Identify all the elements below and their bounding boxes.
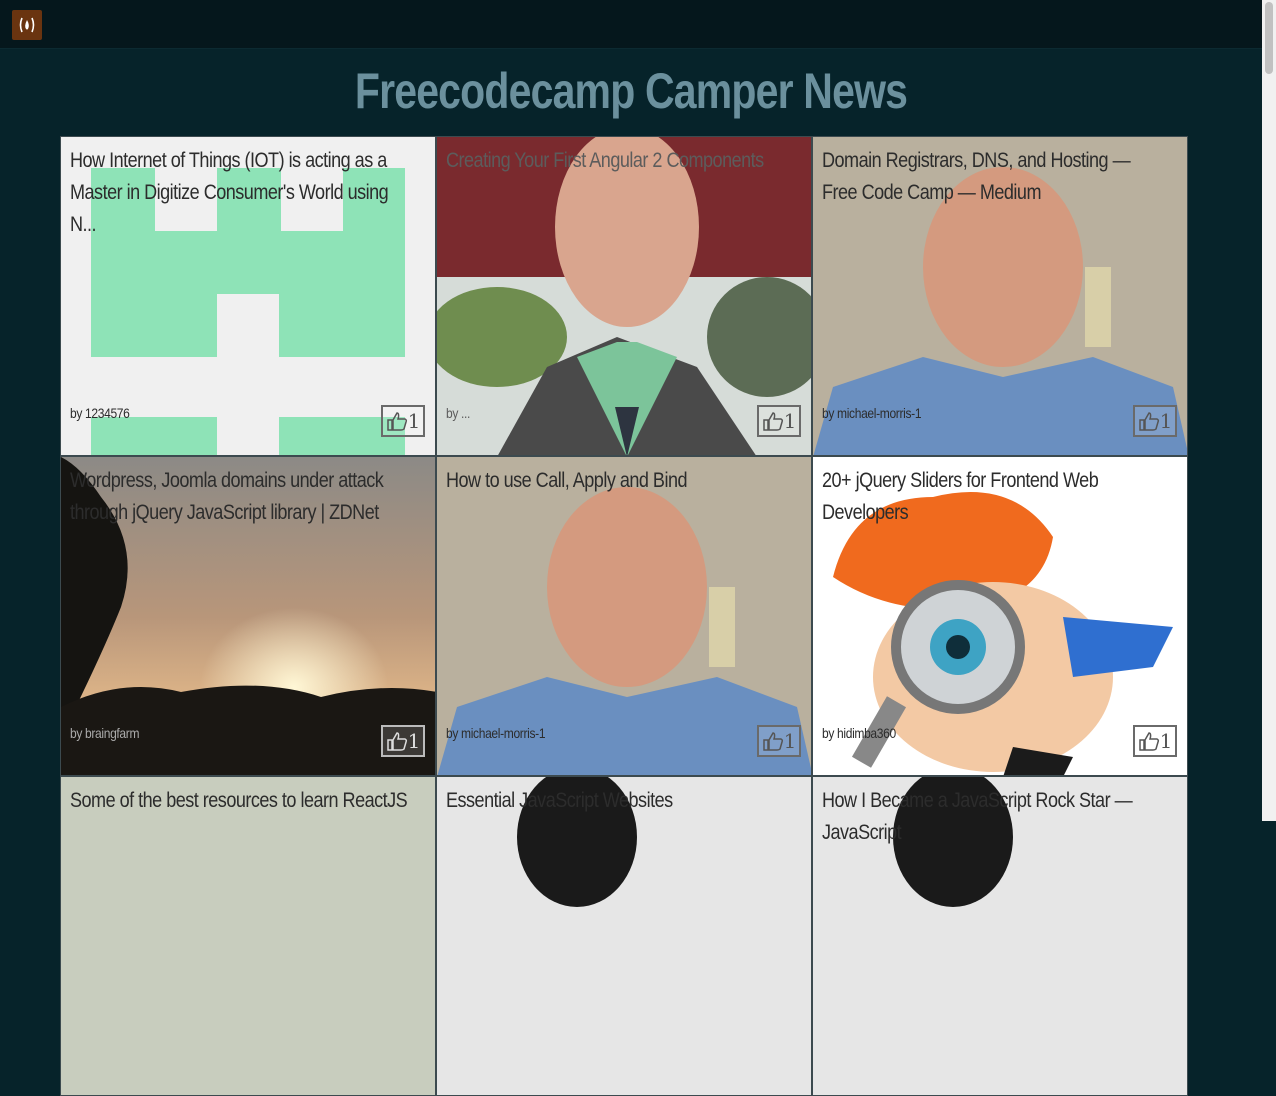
card-title[interactable]: Domain Registrars, DNS, and Hosting — Fr… bbox=[822, 145, 1166, 209]
thumbs-up-icon bbox=[386, 732, 407, 751]
news-card[interactable]: How to use Call, Apply and Bind by micha… bbox=[436, 456, 812, 776]
like-button[interactable]: 1 bbox=[381, 725, 425, 757]
news-card[interactable]: Some of the best resources to learn Reac… bbox=[60, 776, 436, 1096]
card-author[interactable]: by 1234576 bbox=[70, 405, 130, 421]
like-button[interactable]: 1 bbox=[757, 725, 801, 757]
like-button[interactable]: 1 bbox=[381, 405, 425, 437]
like-count: 1 bbox=[783, 409, 797, 433]
card-title[interactable]: Essential JavaScript Websites bbox=[446, 785, 790, 817]
card-author[interactable]: by michael-morris-1 bbox=[446, 725, 546, 741]
thumbs-up-icon bbox=[386, 412, 407, 431]
like-count: 1 bbox=[783, 729, 797, 753]
like-count: 1 bbox=[1159, 409, 1173, 433]
freecodecamp-logo-icon[interactable] bbox=[12, 10, 42, 40]
thumbs-up-icon bbox=[762, 412, 783, 431]
like-button[interactable]: 1 bbox=[757, 405, 801, 437]
thumbs-up-icon bbox=[762, 732, 783, 751]
card-author[interactable]: by ... bbox=[446, 405, 470, 421]
card-author[interactable]: by michael-morris-1 bbox=[822, 405, 922, 421]
card-title[interactable]: 20+ jQuery Sliders for Frontend Web Deve… bbox=[822, 465, 1166, 529]
news-card[interactable]: How I Became a JavaScript Rock Star — Ja… bbox=[812, 776, 1188, 1096]
card-title[interactable]: How to use Call, Apply and Bind bbox=[446, 465, 790, 497]
vertical-scrollbar[interactable] bbox=[1262, 0, 1276, 821]
thumbs-up-icon bbox=[1138, 732, 1159, 751]
card-image-portrait bbox=[437, 137, 811, 455]
card-image-portrait bbox=[437, 777, 811, 1095]
page-title: Freecodecamp Camper News bbox=[354, 63, 908, 119]
news-card[interactable]: 20+ jQuery Sliders for Frontend Web Deve… bbox=[812, 456, 1188, 776]
news-card[interactable]: Creating Your First Angular 2 Components… bbox=[436, 136, 812, 456]
card-title[interactable]: How I Became a JavaScript Rock Star — Ja… bbox=[822, 785, 1166, 849]
like-count: 1 bbox=[407, 729, 421, 753]
news-grid: How Internet of Things (IOT) is acting a… bbox=[60, 136, 1188, 1096]
like-button[interactable]: 1 bbox=[1133, 405, 1177, 437]
news-card[interactable]: Wordpress, Joomla domains under attack t… bbox=[60, 456, 436, 776]
card-author[interactable]: by braingfarm bbox=[70, 725, 139, 741]
like-count: 1 bbox=[407, 409, 421, 433]
like-button[interactable]: 1 bbox=[1133, 725, 1177, 757]
news-card[interactable]: Essential JavaScript Websites bbox=[436, 776, 812, 1096]
thumbs-up-icon bbox=[1138, 412, 1159, 431]
scrollbar-thumb[interactable] bbox=[1265, 2, 1273, 74]
like-count: 1 bbox=[1159, 729, 1173, 753]
news-card[interactable]: Domain Registrars, DNS, and Hosting — Fr… bbox=[812, 136, 1188, 456]
top-navbar bbox=[0, 0, 1262, 49]
card-title[interactable]: How Internet of Things (IOT) is acting a… bbox=[70, 145, 414, 241]
card-title[interactable]: Creating Your First Angular 2 Components bbox=[446, 145, 790, 177]
flame-icon bbox=[19, 17, 35, 33]
news-card[interactable]: How Internet of Things (IOT) is acting a… bbox=[60, 136, 436, 456]
card-author[interactable]: by hidimba360 bbox=[822, 725, 896, 741]
card-title[interactable]: Some of the best resources to learn Reac… bbox=[70, 785, 414, 817]
card-title[interactable]: Wordpress, Joomla domains under attack t… bbox=[70, 465, 414, 529]
